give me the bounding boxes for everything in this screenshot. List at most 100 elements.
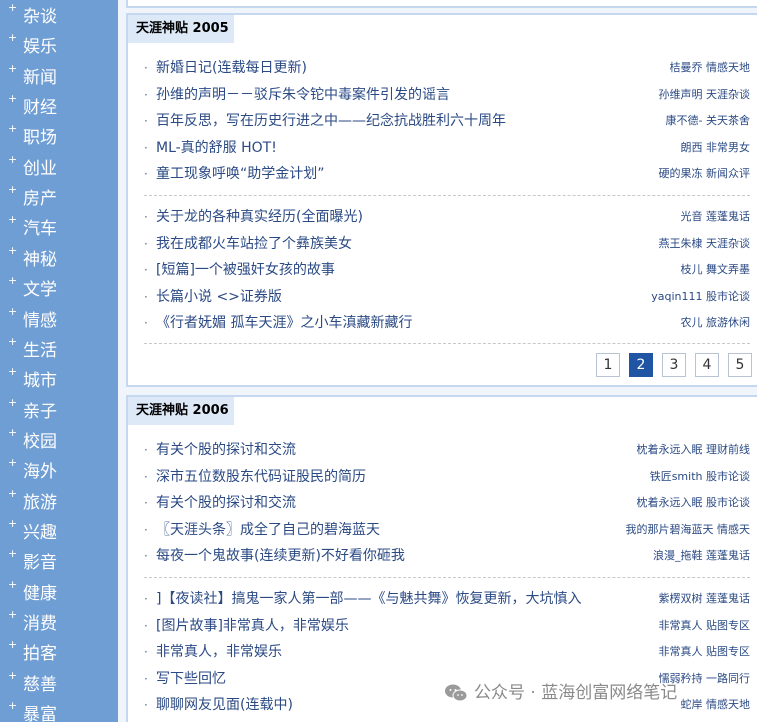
plus-icon: + [8, 699, 18, 713]
list-item: · [短篇]一个被强奸女孩的故事 枝儿 舞文弄墨 [144, 257, 750, 283]
sidebar-item[interactable]: + 房产 [8, 184, 118, 214]
bullet-icon: · [144, 61, 148, 75]
sidebar-item[interactable]: + 兴趣 [8, 517, 118, 548]
page-button-1[interactable]: 1 [596, 353, 620, 377]
post-title-link[interactable]: 〖天涯头条〗成全了自己的碧海蓝天 [156, 517, 380, 543]
sidebar-item[interactable]: + 汽车 [8, 214, 118, 244]
post-title-link[interactable]: 百年反思，写在历史行进之中——纪念抗战胜利六十周年 [156, 108, 506, 134]
page-button-5[interactable]: 5 [728, 353, 752, 377]
sidebar-item[interactable]: + 文学 [8, 275, 118, 305]
sidebar-item[interactable]: + 职场 [8, 123, 118, 153]
bullet-icon: · [144, 549, 148, 564]
post-author-board-link[interactable]: 紫楞双树 莲蓬鬼话 [659, 586, 751, 612]
list-item: · ML-真的舒服 HOT! 朗西 非常男女 [144, 135, 750, 161]
pagination: 12345 [596, 353, 756, 377]
plus-icon: + [8, 122, 18, 136]
post-author-board-link[interactable]: 铁匠smith 股市论谈 [650, 464, 750, 490]
plus-icon: + [8, 1, 18, 14]
plus-icon: + [8, 243, 18, 257]
sidebar-item-label: 生活 [23, 340, 57, 361]
sidebar-item[interactable]: + 拍客 [8, 639, 118, 669]
sidebar-item[interactable]: + 旅游 [8, 486, 118, 518]
list-item: · 新婚日记(连载每日更新) 桔曼乔 情感天地 [144, 55, 750, 81]
post-title-link[interactable]: 聊聊网友见面(连载中) [156, 692, 293, 718]
bullet-icon: · [144, 618, 148, 633]
sidebar-item[interactable]: + 亲子 [8, 396, 118, 427]
section-2006: 天涯神贴 2006 · 有关个股的探讨和交流 枕着永远入眠 理财前线 · 深市五位数股东… [126, 395, 757, 722]
plus-icon: + [8, 304, 18, 318]
post-author-board-link[interactable]: 浪漫_拖鞋 莲蓬鬼话 [653, 543, 750, 569]
post-title-link[interactable]: 孙维的声明－－驳斥朱令铊中毒案件引发的谣言 [156, 82, 450, 108]
post-author-board-link[interactable]: 枝儿 舞文弄墨 [681, 257, 751, 283]
sidebar-item[interactable]: + 海外 [8, 457, 118, 487]
plus-icon: + [8, 334, 18, 348]
post-title-link[interactable]: 有关个股的探讨和交流 [156, 490, 296, 516]
post-author-board-link[interactable]: 孙维声明 天涯杂谈 [659, 82, 751, 108]
post-author-board-link[interactable]: 非常真人 贴图专区 [659, 639, 751, 665]
main-content: 天涯神贴 2005 · 新婚日记(连载每日更新) 桔曼乔 情感天地 · 孙维的声明－－驳… [118, 0, 757, 722]
post-author-board-link[interactable]: 康不德- 关天茶舍 [666, 108, 750, 134]
post-author-board-link[interactable]: 桔曼乔 情感天地 [670, 55, 751, 81]
post-author-board-link[interactable]: 我的那片碧海蓝天 情感天 [626, 517, 751, 543]
bullet-icon: · [144, 316, 148, 331]
sidebar-item[interactable]: + 情感 [8, 304, 118, 336]
sidebar-item[interactable]: + 新闻 [8, 62, 118, 93]
post-title-link[interactable]: [短篇]一个被强奸女孩的故事 [156, 257, 335, 283]
post-title-link[interactable]: ]【夜读社】搞鬼一家人第一部——《与魅共舞》恢复更新，大坑慎入 [156, 586, 581, 612]
post-author-board-link[interactable]: 枕着永远入眠 股市论谈 [637, 490, 751, 516]
plus-icon: + [8, 183, 18, 197]
post-title-link[interactable]: 《行者妩媚 孤车天涯》之小车滇藏新藏行 [156, 310, 412, 336]
sidebar-item[interactable]: + 创业 [8, 153, 118, 184]
sidebar-item[interactable]: + 神秘 [8, 243, 118, 275]
list-item: · 关于龙的各种真实经历(全面曝光) 光音 莲蓬鬼话 [144, 204, 750, 230]
bullet-icon: · [144, 443, 148, 457]
post-title-link[interactable]: 我在成都火车站捡了个彝族美女 [156, 231, 352, 257]
sidebar-item[interactable]: + 影音 [8, 548, 118, 578]
post-author-board-link[interactable]: 朗西 非常男女 [681, 135, 751, 161]
sidebar-item[interactable]: + 娱乐 [8, 32, 118, 62]
sidebar-item[interactable]: + 校园 [8, 425, 118, 457]
page-button-2[interactable]: 2 [629, 353, 653, 377]
bullet-icon: · [144, 263, 148, 278]
post-title-link[interactable]: 新婚日记(连载每日更新) [156, 55, 307, 81]
post-title-link[interactable]: 关于龙的各种真实经历(全面曝光) [156, 204, 363, 230]
page-button-3[interactable]: 3 [662, 353, 686, 377]
post-author-board-link[interactable]: 枕着永远入眠 理财前线 [637, 437, 751, 463]
list-item: · 有关个股的探讨和交流 枕着永远入眠 理财前线 [144, 437, 750, 463]
post-title-link[interactable]: ML-真的舒服 HOT! [156, 135, 277, 161]
post-author-board-link[interactable]: 农儿 旅游休闲 [681, 310, 751, 336]
sidebar-item[interactable]: + 财经 [8, 93, 118, 123]
sidebar-item-label: 亲子 [23, 401, 57, 422]
post-title-link[interactable]: 每夜一个鬼故事(连续更新)不好看你砸我 [156, 543, 405, 569]
post-author-board-link[interactable]: yaqin111 股市论谈 [651, 284, 750, 310]
sidebar-item[interactable]: + 慈善 [8, 669, 118, 700]
post-title-link[interactable]: 童工现象呼唤“助学金计划” [156, 161, 325, 187]
post-author-board-link[interactable]: 非常真人 贴图专区 [659, 613, 751, 639]
post-title-link[interactable]: 非常真人，非常娱乐 [156, 639, 282, 665]
post-title-link[interactable]: 深市五位数股东代码证股民的简历 [156, 464, 366, 490]
sidebar-item-label: 健康 [23, 583, 57, 604]
post-author-board-link[interactable]: 燕王朱棣 天涯杂谈 [659, 231, 751, 257]
post-title-link[interactable]: 写下些回忆 [156, 666, 226, 692]
post-title-link[interactable]: 长篇小说 <>证券版 [156, 284, 282, 310]
sidebar-item[interactable]: + 杂谈 [8, 2, 118, 32]
watermark-text: 公众号 · 蓝海创富网络笔记 [474, 683, 678, 703]
sidebar-item-label: 文学 [23, 280, 57, 301]
sidebar-item[interactable]: + 健康 [8, 578, 118, 609]
plus-icon: + [8, 547, 18, 561]
divider [144, 343, 750, 344]
plus-icon: + [8, 365, 18, 379]
sidebar-item[interactable]: + 城市 [8, 366, 118, 396]
post-title-link[interactable]: 有关个股的探讨和交流 [156, 437, 296, 463]
plus-icon: + [8, 425, 18, 439]
plus-icon: + [8, 486, 18, 500]
sidebar-item[interactable]: + 暴富 [8, 700, 118, 722]
sidebar-item[interactable]: + 生活 [8, 334, 118, 366]
page-button-4[interactable]: 4 [695, 353, 719, 377]
list-item: · 《行者妩媚 孤车天涯》之小车滇藏新藏行 农儿 旅游休闲 [144, 310, 750, 336]
post-author-board-link[interactable]: 硬的果冻 新闻众评 [659, 161, 751, 187]
post-author-board-link[interactable]: 光音 莲蓬鬼话 [681, 204, 751, 230]
post-title-link[interactable]: [图片故事]非常真人，非常娱乐 [156, 613, 349, 639]
sidebar-item[interactable]: + 消费 [8, 609, 118, 639]
sidebar-item-label: 旅游 [23, 492, 57, 513]
